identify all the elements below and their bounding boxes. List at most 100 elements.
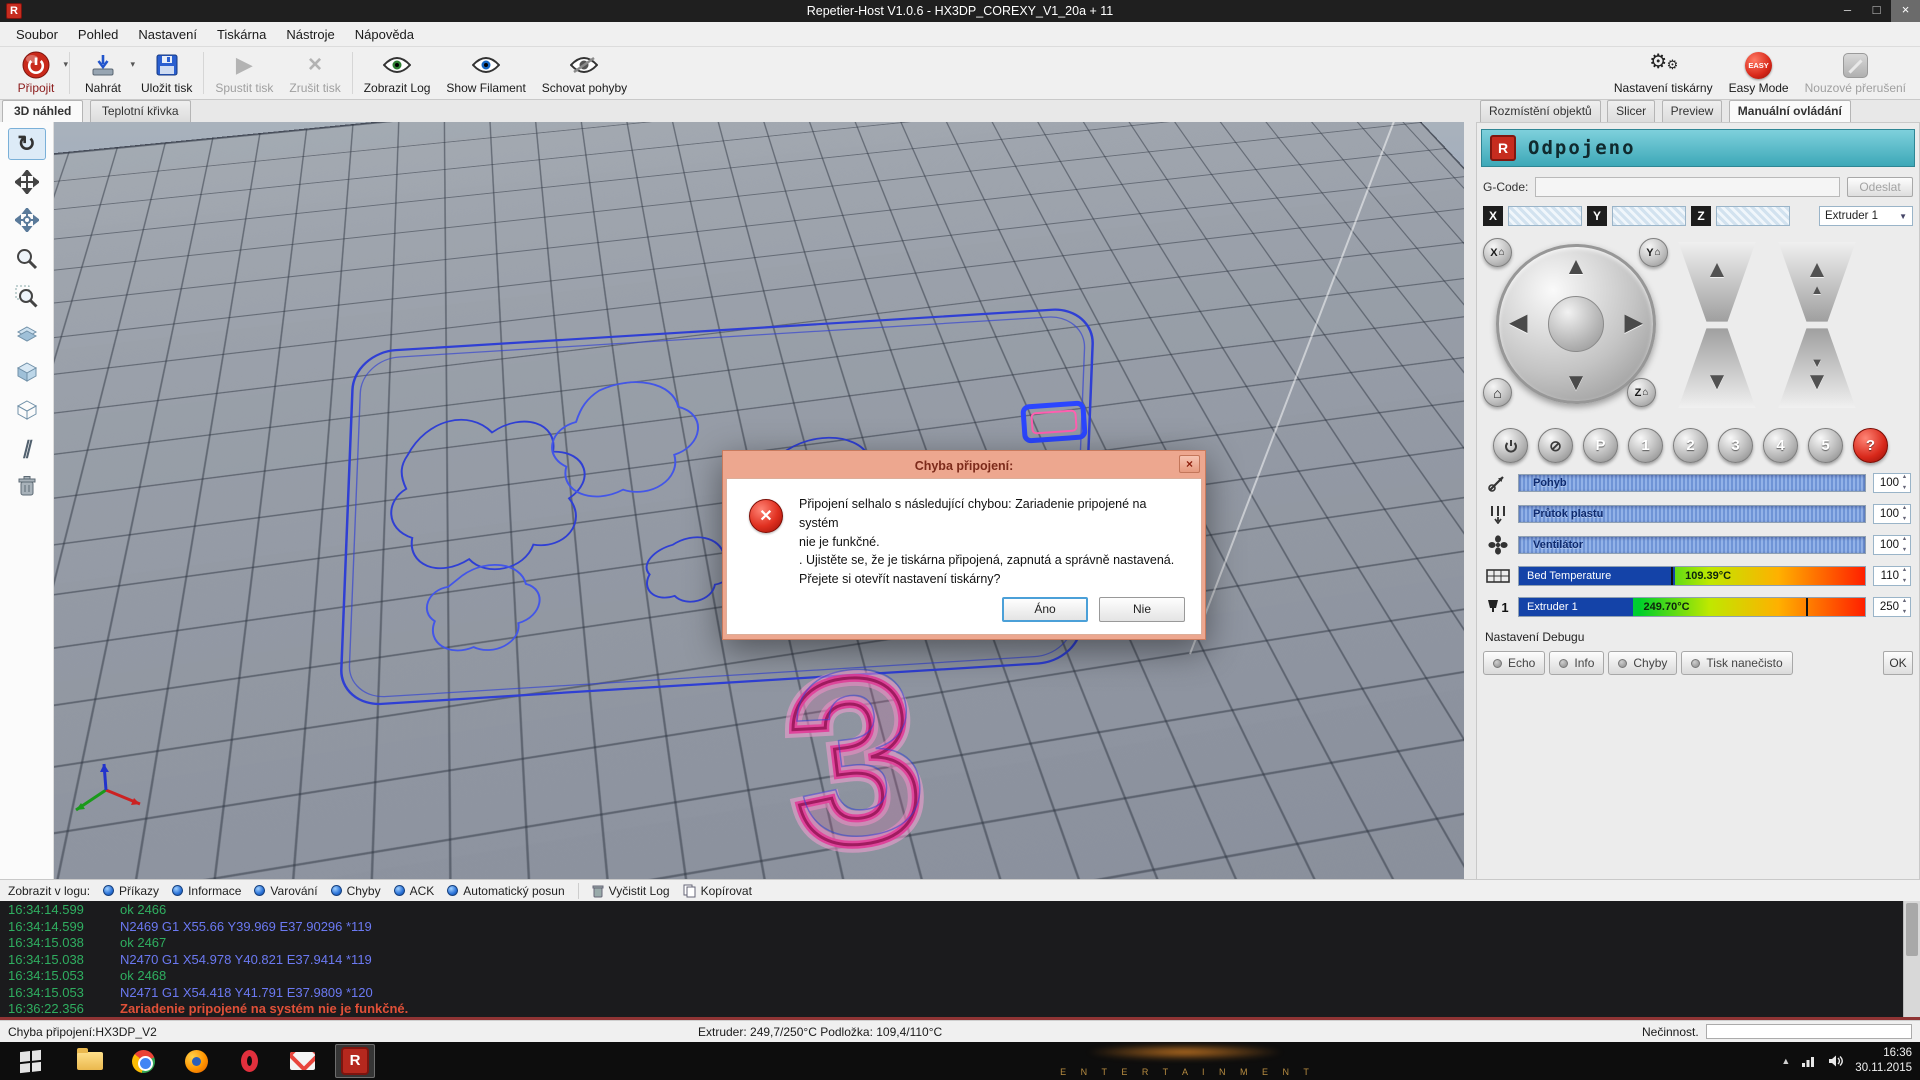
spin-up-icon[interactable]: ▲ xyxy=(1900,506,1909,512)
network-icon[interactable] xyxy=(1801,1054,1817,1068)
fan-value[interactable]: 100 ▲▼ xyxy=(1873,535,1911,555)
taskbar-opera[interactable] xyxy=(229,1044,269,1078)
taskbar-firefox[interactable] xyxy=(176,1044,216,1078)
debug-ok-button[interactable]: OK xyxy=(1883,651,1913,675)
tab-slicer[interactable]: Slicer xyxy=(1607,100,1655,122)
feedrate-slider[interactable]: Pohyb xyxy=(1518,474,1866,492)
close-button[interactable]: × xyxy=(1891,0,1920,22)
taskbar-gmail[interactable] xyxy=(282,1044,322,1078)
tab-temperature-curve[interactable]: Teplotní křivka xyxy=(90,100,191,122)
spin-down-icon[interactable]: ▼ xyxy=(1900,610,1909,616)
jog-center-knob[interactable] xyxy=(1548,296,1604,352)
taskbar-file-explorer[interactable] xyxy=(70,1044,110,1078)
flowrate-value[interactable]: 100 ▲▼ xyxy=(1873,504,1911,524)
feedrate-value[interactable]: 100 ▲▼ xyxy=(1873,473,1911,493)
menu-tiskarna[interactable]: Tiskárna xyxy=(207,24,276,45)
filter-ack[interactable]: ACK xyxy=(394,884,435,898)
spin-up-icon[interactable]: ▲ xyxy=(1900,599,1909,605)
show-log-button[interactable]: Zobrazit Log xyxy=(356,47,439,99)
atx-power-button[interactable]: ⊘ xyxy=(1538,428,1573,463)
zoom-button[interactable] xyxy=(8,242,46,274)
preset-4-button[interactable]: 4 xyxy=(1763,428,1798,463)
zoom-region-button[interactable] xyxy=(8,280,46,312)
spin-down-icon[interactable]: ▼ xyxy=(1900,579,1909,585)
z-jog-control[interactable]: ▲ ▼ xyxy=(1673,242,1761,408)
preset-1-button[interactable]: 1 xyxy=(1628,428,1663,463)
view-front-button[interactable] xyxy=(8,318,46,350)
easy-mode-button[interactable]: EASY Easy Mode xyxy=(1721,47,1797,99)
menu-nastaveni[interactable]: Nastavení xyxy=(128,24,207,45)
dialog-close-button[interactable]: × xyxy=(1179,455,1200,473)
volume-icon[interactable] xyxy=(1828,1054,1844,1068)
tab-preview[interactable]: Preview xyxy=(1662,100,1723,122)
bed-temp-bar[interactable]: Bed Temperature 109.39°C xyxy=(1518,566,1866,586)
filter-autoscroll[interactable]: Automatický posun xyxy=(447,884,564,898)
spin-down-icon[interactable]: ▼ xyxy=(1900,517,1909,523)
log-scroll-thumb[interactable] xyxy=(1906,903,1918,956)
dialog-yes-button[interactable]: Áno xyxy=(1002,597,1088,622)
extruder-jog-control[interactable]: ▲ ▲ ▼ ▼ xyxy=(1773,242,1861,408)
extruder-select[interactable]: Extruder 1 ▼ xyxy=(1819,206,1913,226)
home-y-button[interactable]: Y⌂ xyxy=(1639,238,1668,267)
dialog-no-button[interactable]: Nie xyxy=(1099,597,1185,622)
rotate-view-button[interactable]: ↻ xyxy=(8,128,46,160)
spin-down-icon[interactable]: ▼ xyxy=(1900,486,1909,492)
preset-2-button[interactable]: 2 xyxy=(1673,428,1708,463)
home-all-button[interactable]: ⌂ xyxy=(1483,378,1512,407)
tray-expand-icon[interactable]: ▲ xyxy=(1781,1056,1790,1066)
debug-errors-button[interactable]: Chyby xyxy=(1608,651,1677,675)
home-x-button[interactable]: X⌂ xyxy=(1483,238,1512,267)
hide-travel-button[interactable]: Schovat pohyby xyxy=(534,47,635,99)
maximize-button[interactable]: □ xyxy=(1862,0,1891,22)
connect-button[interactable]: ▾ Připojit xyxy=(6,47,66,99)
copy-log-button[interactable]: Kopírovat xyxy=(683,884,752,898)
load-button[interactable]: ▾ Nahrát xyxy=(73,47,133,99)
preset-5-button[interactable]: 5 xyxy=(1808,428,1843,463)
park-button[interactable]: P xyxy=(1583,428,1618,463)
minimize-button[interactable]: – xyxy=(1833,0,1862,22)
menu-napoveda[interactable]: Nápověda xyxy=(345,24,424,45)
spin-up-icon[interactable]: ▲ xyxy=(1900,568,1909,574)
tab-object-placement[interactable]: Rozmístění objektů xyxy=(1480,100,1601,122)
start-button[interactable] xyxy=(0,1042,60,1080)
fan-slider[interactable]: Ventilátor xyxy=(1518,536,1866,554)
filter-errors[interactable]: Chyby xyxy=(331,884,381,898)
move-object-button[interactable] xyxy=(8,166,46,198)
help-button[interactable]: ? xyxy=(1853,428,1888,463)
menu-pohled[interactable]: Pohled xyxy=(68,24,128,45)
clear-log-button[interactable]: Vyčistit Log xyxy=(592,884,670,898)
printer-settings-button[interactable]: ⚙⚙ Nastavení tiskárny xyxy=(1606,47,1721,99)
view-iso-button[interactable] xyxy=(8,356,46,388)
jog-x-minus-button[interactable]: ◀ xyxy=(1509,308,1527,337)
spin-down-icon[interactable]: ▼ xyxy=(1900,548,1909,554)
taskbar-chrome[interactable] xyxy=(123,1044,163,1078)
extruder-temp-target[interactable]: 250 ▲▼ xyxy=(1873,597,1911,617)
preset-3-button[interactable]: 3 xyxy=(1718,428,1753,463)
debug-dryrun-button[interactable]: Tisk nanečisto xyxy=(1681,651,1792,675)
taskbar-clock[interactable]: 16:36 30.11.2015 xyxy=(1855,1046,1912,1076)
taskbar-repetier-active[interactable]: R xyxy=(335,1044,375,1078)
jog-y-plus-button[interactable]: ▲ xyxy=(1564,253,1588,281)
flowrate-slider[interactable]: Průtok plastu xyxy=(1518,505,1866,523)
jog-x-plus-button[interactable]: ▶ xyxy=(1625,308,1643,337)
show-filament-button[interactable]: Show Filament xyxy=(438,47,533,99)
debug-info-button[interactable]: Info xyxy=(1549,651,1604,675)
bed-temp-target[interactable]: 110 ▲▼ xyxy=(1873,566,1911,586)
filter-commands[interactable]: Příkazy xyxy=(103,884,159,898)
debug-echo-button[interactable]: Echo xyxy=(1483,651,1545,675)
extruder-temp-bar[interactable]: Extruder 1 249.70°C xyxy=(1518,597,1866,617)
menu-nastroje[interactable]: Nástroje xyxy=(276,24,344,45)
connect-dropdown-icon[interactable]: ▾ xyxy=(63,59,68,70)
tab-3d-preview[interactable]: 3D náhled xyxy=(2,100,83,122)
parallel-projection-button[interactable]: ∥ xyxy=(8,432,46,464)
menu-soubor[interactable]: Soubor xyxy=(6,24,68,45)
power-button[interactable] xyxy=(1493,428,1528,463)
move-viewpoint-button[interactable] xyxy=(8,204,46,236)
home-z-button[interactable]: Z⌂ xyxy=(1627,378,1656,407)
view-wireframe-button[interactable] xyxy=(8,394,46,426)
jog-y-minus-button[interactable]: ▼ xyxy=(1564,369,1588,397)
filter-info[interactable]: Informace xyxy=(172,884,241,898)
save-print-button[interactable]: Uložit tisk xyxy=(133,47,200,99)
spin-up-icon[interactable]: ▲ xyxy=(1900,537,1909,543)
spin-up-icon[interactable]: ▲ xyxy=(1900,475,1909,481)
